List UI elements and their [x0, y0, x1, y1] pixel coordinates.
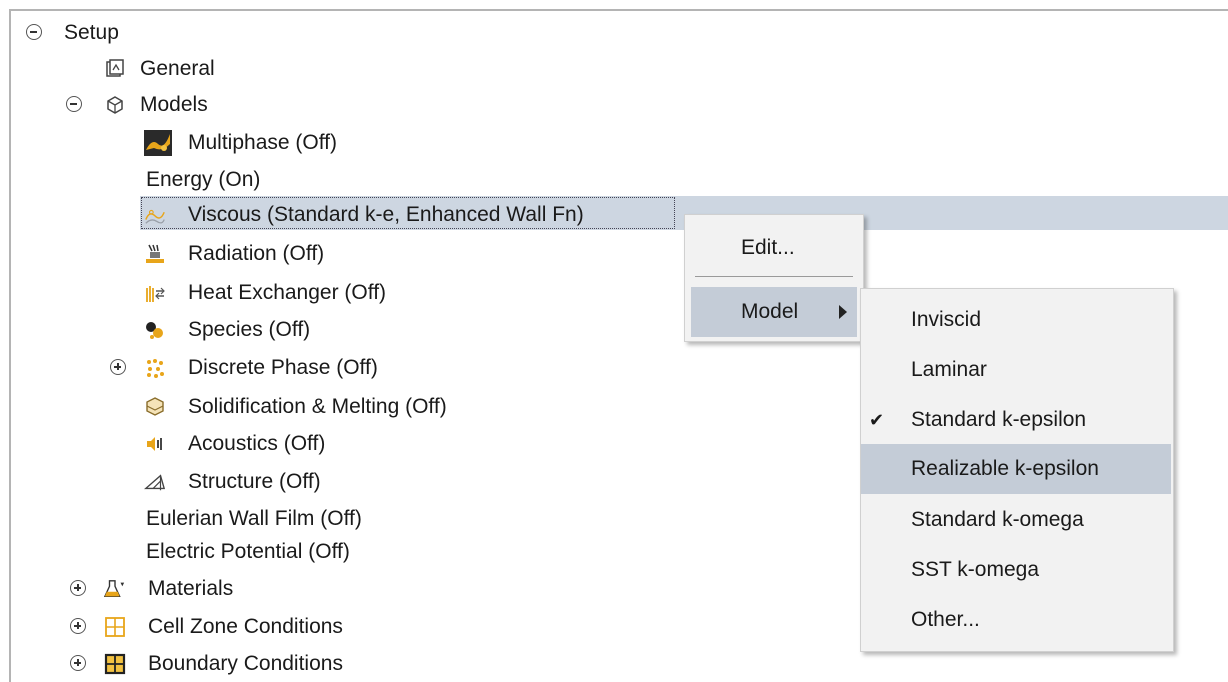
standard-k-epsilon-option[interactable]: ✔ Standard k-epsilon: [861, 395, 1173, 445]
materials-icon: [104, 580, 125, 598]
sst-k-omega-option[interactable]: SST k-omega: [861, 545, 1173, 595]
expand-icon[interactable]: [110, 359, 126, 375]
model-label: Model: [741, 300, 799, 323]
species-icon: [146, 322, 163, 339]
tree-item-label: Cell Zone Conditions: [148, 615, 343, 638]
tree-item-label: Materials: [148, 577, 234, 600]
tree-item-label: Radiation (Off): [188, 242, 325, 265]
structure-icon: [144, 474, 166, 491]
menu-separator: [695, 276, 853, 277]
tree-item-label: General: [140, 57, 215, 80]
tree-item-label: Solidification & Melting (Off): [188, 395, 447, 418]
radiation-icon: [146, 244, 164, 263]
tree-item-label: Species (Off): [188, 318, 311, 341]
tree-item-label: Viscous (Standard k-e, Enhanced Wall Fn): [188, 203, 584, 226]
cell-zone-icon: [105, 617, 125, 637]
checkmark-icon: ✔: [869, 410, 885, 430]
general-icon: [106, 59, 124, 77]
tree-item-label: Energy (On): [146, 168, 261, 191]
option-label: Standard k-omega: [911, 508, 1084, 531]
collapse-icon[interactable]: [26, 24, 42, 40]
discrete-phase-icon: [147, 359, 164, 378]
collapse-icon[interactable]: [66, 96, 82, 112]
laminar-option[interactable]: Laminar: [861, 345, 1173, 395]
tree-item-label: Setup: [64, 21, 119, 44]
tree-item-label: Structure (Off): [188, 470, 321, 493]
option-label: Standard k-epsilon: [911, 408, 1087, 431]
solidification-icon: [146, 397, 164, 416]
option-label: SST k-omega: [911, 558, 1039, 581]
expand-icon[interactable]: [70, 655, 86, 671]
option-label: Inviscid: [911, 308, 982, 331]
boundary-icon: [104, 653, 126, 675]
models-icon: [107, 96, 123, 114]
submenu-arrow-icon: [839, 305, 847, 319]
standard-k-omega-option[interactable]: Standard k-omega: [861, 495, 1173, 545]
option-label: Laminar: [911, 358, 987, 381]
inviscid-option[interactable]: Inviscid: [861, 295, 1173, 345]
realizable-k-epsilon-option[interactable]: Realizable k-epsilon: [861, 444, 1171, 494]
context-menu: Edit... Model: [684, 214, 864, 342]
model-submenu: Inviscid Laminar ✔ Standard k-epsilon Re…: [860, 288, 1174, 652]
multiphase-icon: [144, 130, 172, 156]
model-menu-item[interactable]: Model: [691, 287, 857, 337]
tree-item-label: Acoustics (Off): [188, 432, 326, 455]
tree-item-label: Boundary Conditions: [148, 652, 343, 675]
option-label: Realizable k-epsilon: [911, 457, 1099, 480]
tree-item-label: Heat Exchanger (Off): [188, 281, 387, 304]
tree-item-label: Eulerian Wall Film (Off): [146, 507, 362, 530]
expand-icon[interactable]: [70, 580, 86, 596]
other-option[interactable]: Other...: [861, 595, 1173, 645]
edit-label: Edit...: [741, 236, 795, 259]
tree-item-label: Discrete Phase (Off): [188, 356, 378, 379]
tree-item-label: Models: [140, 93, 208, 116]
heat-exchanger-icon: [146, 286, 165, 302]
viscous-icon: [145, 209, 165, 224]
acoustics-icon: [147, 437, 162, 451]
expand-icon[interactable]: [70, 618, 86, 634]
tree-item-label: Electric Potential (Off): [146, 540, 350, 563]
tree-item-label: Multiphase (Off): [188, 131, 337, 154]
option-label: Other...: [911, 608, 980, 631]
edit-menu-item[interactable]: Edit...: [685, 223, 863, 273]
